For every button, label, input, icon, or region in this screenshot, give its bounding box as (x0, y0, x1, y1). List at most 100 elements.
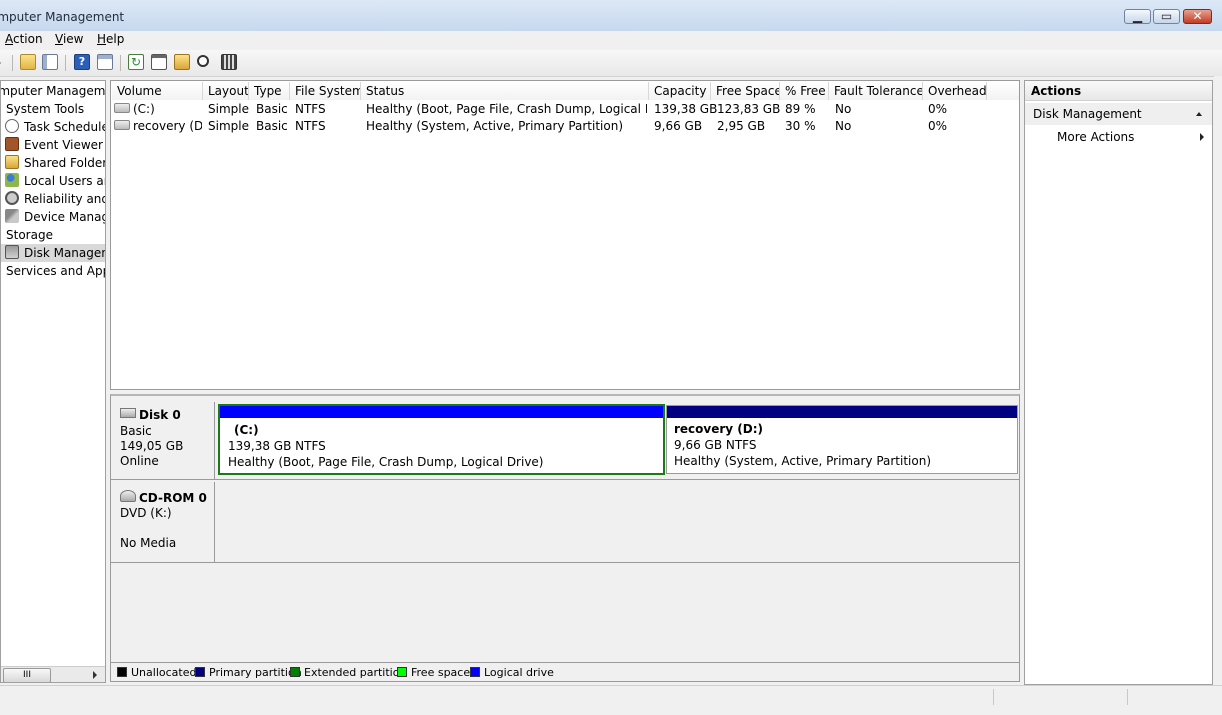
type-cell: Basic (256, 119, 288, 133)
action-label: More Actions (1057, 130, 1135, 144)
partition-d-bar (667, 406, 1017, 418)
column-header-filler (987, 82, 1019, 100)
layout-cell: Simple (208, 102, 249, 116)
tree-item-local-users[interactable]: Local Users and (5, 172, 105, 190)
fault-tolerance-cell: No (835, 119, 852, 133)
tree-item-reliability[interactable]: Reliability and I (5, 190, 105, 208)
table-row[interactable]: (C:) Simple Basic NTFS Healthy (Boot, Pa… (111, 101, 1019, 118)
clock-icon (5, 119, 19, 133)
menu-action[interactable]: Action (5, 32, 43, 46)
tree-item-label: Storage (6, 228, 53, 242)
percent-free-cell: 30 % (785, 119, 816, 133)
tree-item-device-manager[interactable]: Device Manage (5, 208, 105, 226)
disk-0-partitions: (C:) 139,38 GB NTFS Healthy (Boot, Page … (215, 402, 1019, 480)
fault-tolerance-cell: No (835, 102, 852, 116)
actions-section-label: Disk Management (1033, 107, 1142, 121)
cdrom-title: CD-ROM 0 (120, 490, 207, 505)
tree-item-system-tools[interactable]: System Tools (6, 100, 84, 118)
column-header-status[interactable]: Status (361, 82, 649, 100)
menu-view-accelerator: V (55, 32, 63, 46)
table-row[interactable]: recovery (D:) Simple Basic NTFS Healthy … (111, 118, 1019, 135)
partition-status: Healthy (System, Active, Primary Partiti… (674, 454, 932, 468)
tree-item-storage[interactable]: Storage (6, 226, 53, 244)
tree-item-services-applications[interactable]: Services and Appli (6, 262, 105, 280)
legend-primary-partition: Primary partition (195, 666, 302, 679)
maximize-icon: ▭ (1160, 9, 1173, 23)
column-header-free-space[interactable]: Free Space (711, 82, 780, 100)
show-hide-tree-icon[interactable] (42, 54, 58, 70)
column-header-percent-free[interactable]: % Free (780, 82, 829, 100)
column-header-volume[interactable]: Volume (112, 82, 203, 100)
disk-settings-icon[interactable] (221, 54, 237, 70)
device-manager-icon (5, 209, 19, 223)
refresh-icon[interactable]: ↻ (128, 54, 144, 70)
menu-view-rest: iew (62, 32, 84, 46)
magnifier-icon[interactable] (197, 55, 209, 67)
forward-icon[interactable] (0, 57, 1, 69)
partition-size: 9,66 GB NTFS (674, 438, 757, 452)
tree-item-label: Shared Folders (24, 156, 106, 170)
partition-c[interactable]: (C:) 139,38 GB NTFS Healthy (Boot, Page … (218, 404, 665, 475)
tree-item-task-scheduler[interactable]: Task Scheduler (5, 118, 105, 136)
action-more-actions[interactable]: More Actions (1025, 127, 1212, 147)
type-cell: Basic (256, 102, 288, 116)
disk-management-icon (5, 245, 19, 259)
up-folder-icon[interactable] (20, 54, 36, 70)
reliability-icon (5, 191, 19, 205)
tree-item-label: Local Users and (24, 174, 105, 188)
tree-horizontal-scrollbar[interactable]: III (1, 666, 105, 682)
shared-folders-icon (5, 155, 19, 169)
column-header-type[interactable]: Type (249, 82, 290, 100)
legend-logical-drive: Logical drive (470, 666, 554, 679)
menu-action-rest: ction (13, 32, 43, 46)
properties-icon[interactable] (151, 54, 167, 70)
column-header-file-system[interactable]: File System (290, 82, 361, 100)
tree-item-shared-folders[interactable]: Shared Folders (5, 154, 106, 172)
close-icon: ✕ (1192, 9, 1203, 23)
tree-item-computer-management[interactable]: omputer Manageme (1, 82, 105, 100)
disk-0-title: Disk 0 (120, 408, 181, 422)
title-bar[interactable]: omputer Management ▁ ▭ ✕ (0, 0, 1222, 32)
legend-unallocated: Unallocated (117, 666, 196, 679)
close-button[interactable]: ✕ (1183, 9, 1212, 24)
navigation-tree: omputer Manageme System Tools Task Sched… (0, 80, 106, 683)
free-space-cell: 2,95 GB (717, 119, 766, 133)
menu-view[interactable]: View (55, 32, 83, 46)
menu-help[interactable]: Help (97, 32, 124, 46)
minimize-icon: ▁ (1132, 9, 1143, 23)
minimize-button[interactable]: ▁ (1124, 9, 1151, 24)
hard-disk-icon (120, 408, 136, 418)
disk-0-info[interactable]: Disk 0 Basic 149,05 GB Online (111, 402, 215, 480)
maximize-button[interactable]: ▭ (1153, 9, 1180, 24)
help-icon[interactable]: ? (74, 54, 90, 70)
column-header-overhead[interactable]: Overhead (923, 82, 987, 100)
open-folder-icon[interactable] (174, 54, 190, 70)
overhead-cell: 0% (928, 119, 948, 133)
partition-d[interactable]: recovery (D:) 9,66 GB NTFS Healthy (Syst… (666, 405, 1018, 474)
cdrom-0-info[interactable]: CD-ROM 0 DVD (K:) No Media (111, 482, 215, 563)
scroll-right-icon[interactable] (93, 671, 97, 679)
tree-item-disk-management[interactable]: Disk Managem (1, 244, 105, 262)
cdrom-type: DVD (K:) (120, 506, 172, 520)
legend-swatch (397, 667, 407, 677)
actions-pane: Actions Disk Management More Actions (1024, 80, 1213, 685)
actions-section-disk-management[interactable]: Disk Management (1025, 103, 1212, 125)
capacity-cell: 139,38 GB (654, 102, 718, 116)
tree-item-event-viewer[interactable]: Event Viewer (5, 136, 103, 154)
column-header-fault-tolerance[interactable]: Fault Tolerance (829, 82, 923, 100)
cdrom-0-media-area (215, 482, 1019, 563)
legend-label: Primary partition (209, 666, 302, 679)
menu-action-accelerator: A (5, 32, 13, 46)
free-space-cell: 123,83 GB (717, 102, 781, 116)
volume-drive-icon (114, 120, 130, 130)
scroll-thumb[interactable]: III (3, 668, 51, 682)
column-header-capacity[interactable]: Capacity (649, 82, 711, 100)
disk-size: 149,05 GB (120, 439, 184, 453)
show-hide-action-pane-icon[interactable] (97, 54, 113, 70)
column-header-layout[interactable]: Layout (203, 82, 249, 100)
toolbar-separator (120, 55, 121, 71)
toolbar-separator (12, 55, 13, 71)
capacity-cell: 9,66 GB (654, 119, 703, 133)
collapse-icon[interactable] (1196, 112, 1202, 116)
legend-label: Unallocated (131, 666, 197, 679)
